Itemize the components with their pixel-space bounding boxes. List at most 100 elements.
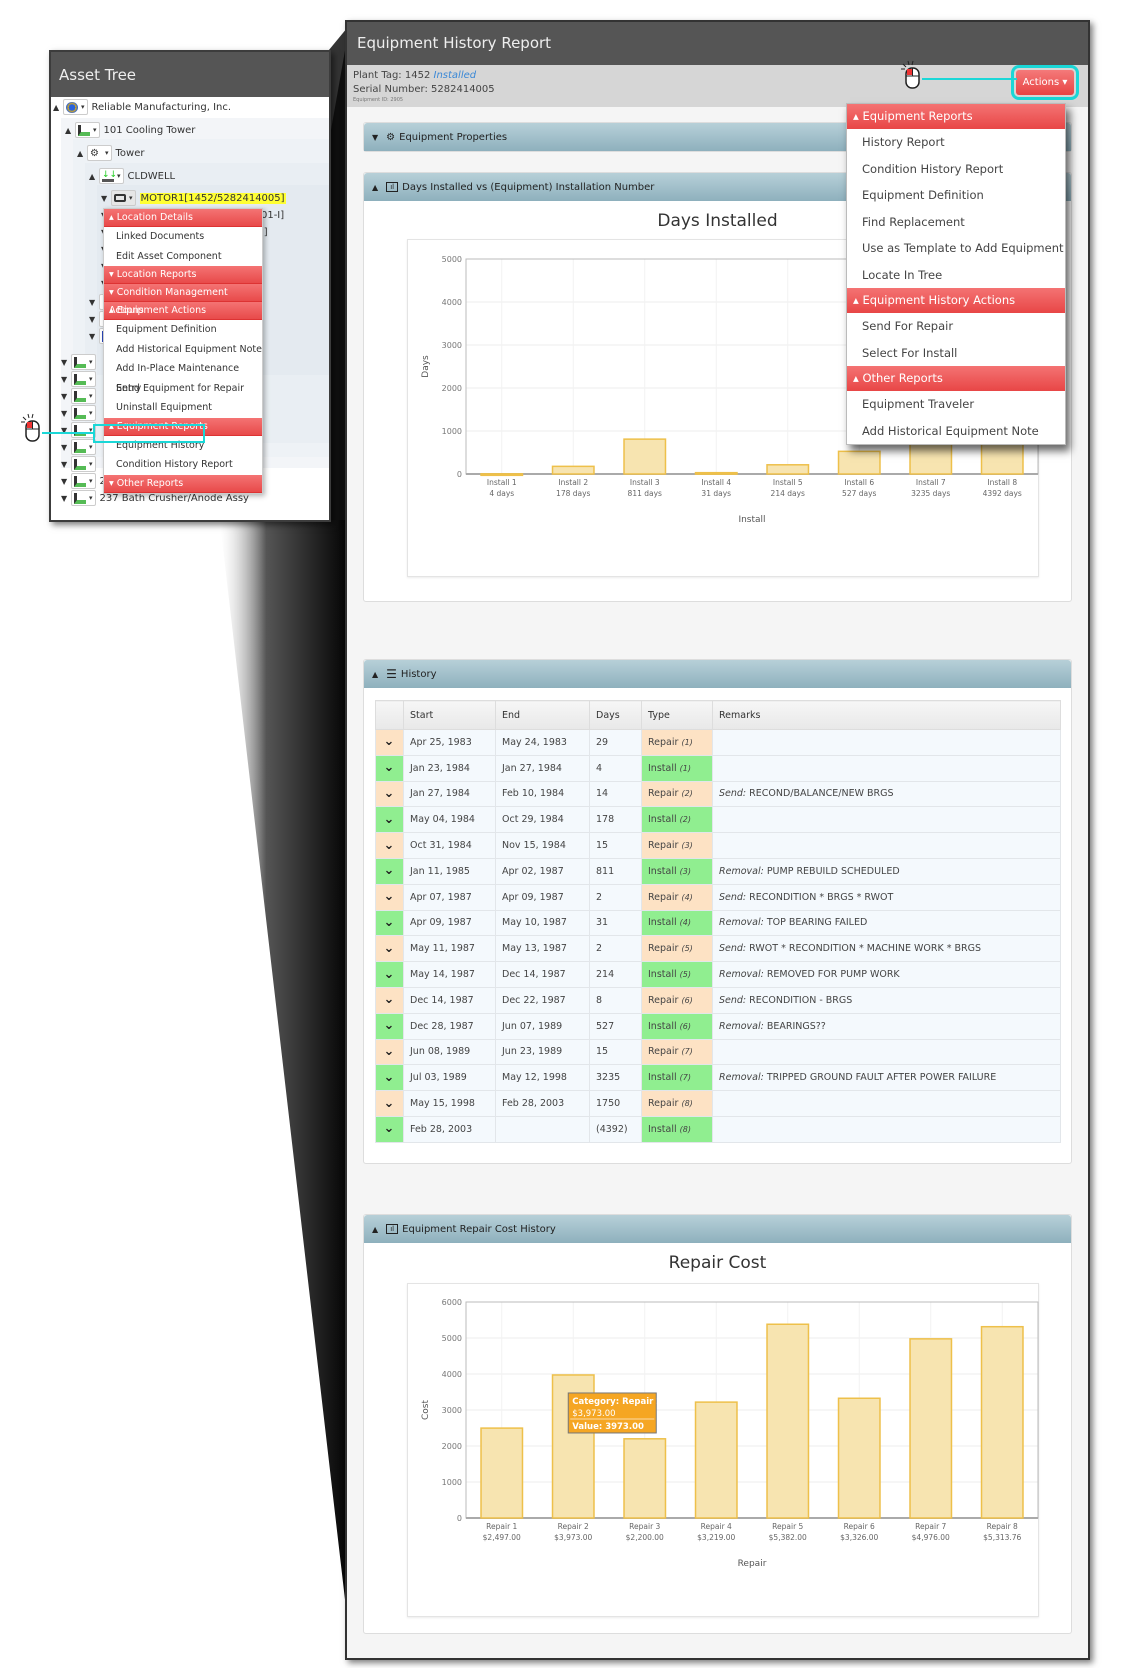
expand-row-chevron-icon[interactable]: ⌄: [375, 780, 404, 808]
menu-item-equipment-definition[interactable]: Equipment Definition: [104, 320, 262, 340]
node-menu-button[interactable]: ↓↓ ▾: [99, 168, 124, 184]
node-menu-button[interactable]: ▾: [63, 99, 88, 115]
cell-start: May 14, 1987: [403, 961, 496, 988]
node-menu-button[interactable]: ⚙ ▾: [87, 145, 112, 161]
menu-section-location-details[interactable]: ▴ Location Details: [104, 209, 262, 227]
x-tick-sublabel: $2,497.00: [483, 1533, 521, 1542]
collapse-icon[interactable]: ▲: [77, 149, 87, 158]
expand-row-chevron-icon[interactable]: ⌄: [375, 1115, 404, 1143]
node-menu-button[interactable]: ▾: [111, 190, 136, 206]
menu-item-uninstall-equipment[interactable]: Uninstall Equipment: [104, 398, 262, 418]
expand-row-chevron-icon[interactable]: ⌄: [375, 832, 404, 859]
tree-node-cldwell[interactable]: ▲ ↓↓ ▾ CLDWELL: [89, 167, 175, 185]
expand-row-chevron-icon[interactable]: ⌄: [375, 1064, 404, 1092]
actions-item-equipment-definition[interactable]: Equipment Definition: [847, 182, 1065, 209]
cell-start: Jun 08, 1989: [403, 1038, 496, 1066]
expand-row-chevron-icon[interactable]: ⌄: [375, 857, 404, 885]
table-row: ⌄ Dec 28, 1987 Jun 07, 1989 527 Install (6) R…: [375, 1012, 1061, 1040]
tree-node-plant[interactable]: ▼ ▾: [61, 370, 100, 388]
tree-node-plant[interactable]: ▼ ▾: [61, 455, 100, 473]
actions-item-use-as-template-to-add-equipment[interactable]: Use as Template to Add Equipment: [847, 235, 1065, 262]
expand-row-chevron-icon[interactable]: ⌄: [375, 754, 404, 782]
collapse-icon[interactable]: ▲: [89, 172, 99, 181]
history-header[interactable]: ▲ ☰ History: [364, 660, 1071, 688]
tree-node-plant[interactable]: ▼ ▾: [61, 353, 100, 371]
actions-section-other-reports[interactable]: ▴ Other Reports: [847, 366, 1065, 391]
menu-section-equipment-actions[interactable]: ▴ Equipment Actions: [104, 302, 262, 320]
x-tick-sublabel: 31 days: [701, 489, 731, 498]
expand-row-chevron-icon[interactable]: ⌄: [375, 1090, 404, 1117]
menu-item-add-historical-note[interactable]: Add Historical Equipment Note: [104, 340, 262, 360]
factory-icon: [74, 492, 86, 504]
x-tick-sublabel: $4,976.00: [912, 1533, 950, 1542]
menu-item-send-for-repair[interactable]: Send Equipment for Repair: [104, 379, 262, 399]
table-row: ⌄ Jul 03, 1989 May 12, 1998 3235 Install (7)…: [375, 1064, 1061, 1092]
tree-node-reliable[interactable]: ▲ ▾ Reliable Manufacturing, Inc.: [53, 98, 231, 116]
menu-section-condition-management[interactable]: ▾ Condition Management Actions: [104, 284, 262, 316]
cell-remarks: Send: RECONDITION * BRGS * RWOT: [712, 883, 1061, 911]
cell-remarks: [712, 1090, 1061, 1117]
expand-row-chevron-icon[interactable]: ⌄: [375, 961, 404, 988]
actions-item-send-for-repair[interactable]: Send For Repair: [847, 313, 1065, 340]
asset-tree-title: Asset Tree: [51, 52, 329, 97]
actions-item-history-report[interactable]: History Report: [847, 129, 1065, 156]
expand-row-chevron-icon[interactable]: ⌄: [375, 806, 404, 834]
actions-section-equipment-reports[interactable]: ▴ Equipment Reports: [847, 104, 1065, 129]
tree-node-plant[interactable]: ▼ ▾: [61, 404, 100, 422]
expand-icon[interactable]: ▼: [372, 133, 378, 142]
expand-row-chevron-icon[interactable]: ⌄: [375, 1038, 404, 1066]
y-tick-label: 1000: [442, 1478, 462, 1487]
col-days[interactable]: Days: [589, 700, 642, 730]
cell-remarks: [712, 1038, 1061, 1066]
actions-item-find-replacement[interactable]: Find Replacement: [847, 209, 1065, 236]
cell-start: Dec 14, 1987: [403, 986, 496, 1014]
collapse-icon[interactable]: ▲: [372, 1225, 378, 1234]
menu-item-linked-documents[interactable]: Linked Documents: [104, 227, 262, 247]
collapse-icon[interactable]: ▲: [53, 103, 63, 112]
expand-row-chevron-icon[interactable]: ⌄: [375, 1012, 404, 1040]
actions-section-equipment-history-actions[interactable]: ▴ Equipment History Actions: [847, 288, 1065, 313]
tree-node-cooling-tower[interactable]: ▲ ▾ 101 Cooling Tower: [65, 121, 195, 139]
expand-row-chevron-icon[interactable]: ⌄: [375, 986, 404, 1014]
tree-node-tower[interactable]: ▲ ⚙ ▾ Tower: [77, 144, 145, 162]
col-start[interactable]: Start: [403, 700, 496, 730]
expand-icon[interactable]: ▼: [101, 194, 111, 203]
report-title: Equipment History Report: [347, 22, 1088, 65]
actions-item-condition-history-report[interactable]: Condition History Report: [847, 156, 1065, 183]
node-menu-button[interactable]: ▾: [75, 122, 100, 138]
cell-end: May 12, 1998: [495, 1064, 590, 1092]
expand-row-chevron-icon[interactable]: ⌄: [375, 729, 404, 756]
tree-node-motor1[interactable]: ▼ ▾ MOTOR1[1452/5282414005]: [101, 189, 286, 207]
y-tick-label: 6000: [442, 1298, 462, 1307]
cell-end: May 10, 1987: [495, 909, 590, 937]
collapse-icon[interactable]: ▲: [372, 670, 378, 679]
menu-item-edit-asset-component[interactable]: Edit Asset Component: [104, 247, 262, 267]
menu-item-add-in-place-maintenance[interactable]: Add In-Place Maintenance Entry: [104, 359, 262, 394]
cell-type: Repair (6): [641, 986, 713, 1014]
col-end[interactable]: End: [495, 700, 590, 730]
menu-section-location-reports[interactable]: ▾ Location Reports: [104, 266, 262, 284]
expand-row-chevron-icon[interactable]: ⌄: [375, 935, 404, 963]
col-type[interactable]: Type: [641, 700, 713, 730]
tree-node-plant[interactable]: ▼ ▾: [61, 387, 100, 405]
repair-cost-header[interactable]: ▲ ıl Equipment Repair Cost History: [364, 1215, 1071, 1243]
collapse-icon[interactable]: ▲: [372, 183, 378, 192]
actions-item-locate-in-tree[interactable]: Locate In Tree: [847, 262, 1065, 289]
actions-item-equipment-traveler[interactable]: Equipment Traveler: [847, 391, 1065, 418]
menu-item-condition-history-report[interactable]: Condition History Report: [104, 455, 262, 475]
menu-section-other-reports[interactable]: ▾ Other Reports: [104, 474, 262, 493]
actions-button[interactable]: Actions ▾: [1011, 65, 1079, 100]
collapse-icon[interactable]: ▲: [65, 126, 75, 135]
table-row: ⌄ Apr 25, 1983 May 24, 1983 29 Repair (1): [375, 729, 1061, 756]
cell-end: Dec 14, 1987: [495, 961, 590, 988]
cell-days: 1750: [589, 1090, 642, 1117]
actions-item-select-for-install[interactable]: Select For Install: [847, 340, 1065, 367]
y-tick-label: 4000: [442, 298, 462, 307]
cell-type: Repair (5): [641, 935, 713, 963]
col-remarks[interactable]: Remarks: [712, 700, 1061, 730]
expand-row-chevron-icon[interactable]: ⌄: [375, 883, 404, 911]
callout-line: [922, 78, 1017, 80]
actions-item-add-historical-equipment-note[interactable]: Add Historical Equipment Note: [847, 418, 1065, 445]
x-tick-label: Install 3: [630, 478, 660, 487]
expand-row-chevron-icon[interactable]: ⌄: [375, 909, 404, 937]
